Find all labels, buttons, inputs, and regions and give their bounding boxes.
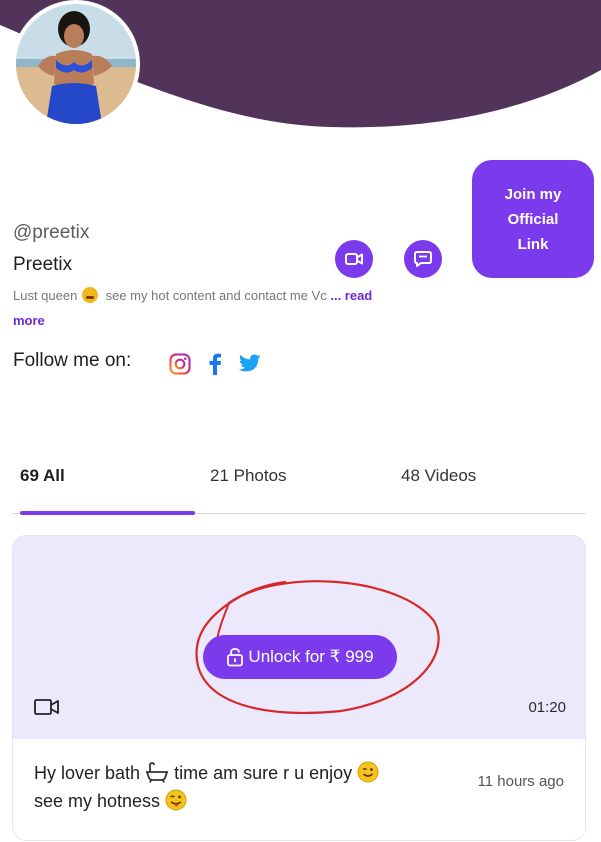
chat-icon: [414, 251, 432, 267]
active-tab-indicator: [20, 511, 195, 515]
tab-photos[interactable]: 21 Photos: [210, 466, 287, 486]
post-card: Unlock for ₹ 999 01:20 Hy lover bath tim…: [12, 535, 586, 841]
message-button[interactable]: [404, 240, 442, 278]
emoji-icon: [81, 287, 98, 303]
username: @preetix: [13, 222, 90, 243]
video-icon: [34, 699, 59, 715]
post-timestamp: 11 hours ago: [477, 773, 564, 790]
instagram-icon[interactable]: [168, 352, 192, 376]
join-official-link-button[interactable]: Join my Official Link: [472, 160, 594, 278]
wink-emoji-icon: [357, 761, 379, 783]
facebook-icon[interactable]: [203, 352, 227, 376]
caption-part-1: Hy lover bath: [34, 763, 141, 783]
unlock-label: Unlock for ₹ 999: [248, 647, 374, 666]
caption-part-3: see my hotness: [34, 791, 161, 811]
locked-media-preview[interactable]: Unlock for ₹ 999 01:20: [13, 536, 585, 739]
tab-all[interactable]: 69 All: [20, 466, 65, 486]
bio-text-start: Lust queen: [13, 288, 78, 303]
tab-videos[interactable]: 48 Videos: [401, 466, 476, 486]
unlock-button[interactable]: Unlock for ₹ 999: [203, 635, 397, 679]
tongue-wink-emoji-icon: [165, 789, 187, 811]
follow-label: Follow me on:: [13, 350, 132, 371]
video-call-button[interactable]: [335, 240, 373, 278]
bio-text-rest: see my hot content and contact me Vc: [105, 288, 327, 303]
display-name: Preetix: [13, 254, 73, 275]
twitter-icon[interactable]: [238, 352, 262, 376]
bathtub-icon: [145, 762, 169, 783]
avatar[interactable]: [12, 0, 140, 128]
video-duration: 01:20: [528, 699, 566, 716]
caption-part-2: time am sure r u enjoy: [174, 763, 353, 783]
video-camera-icon: [345, 253, 363, 265]
post-caption: Hy lover bath time am sure r u enjoy see…: [34, 759, 434, 815]
bio: Lust queen see my hot content and contac…: [13, 283, 393, 333]
content-tabs: 69 All 21 Photos 48 Videos: [12, 444, 586, 515]
lock-icon: [227, 648, 244, 667]
